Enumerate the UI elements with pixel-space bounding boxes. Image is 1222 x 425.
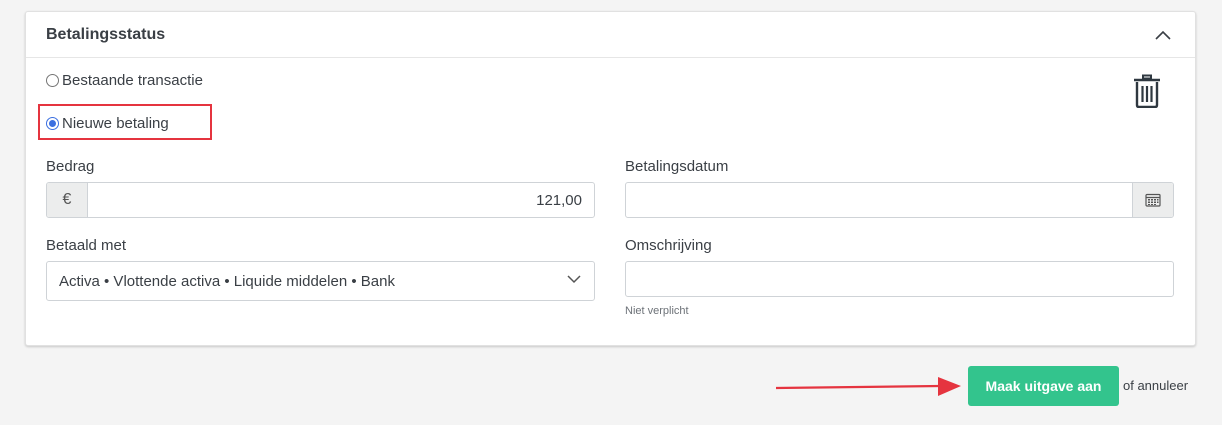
radio-existing-transaction[interactable]: Bestaande transactie [46, 72, 203, 89]
chevron-up-icon [1155, 30, 1171, 40]
payment-date-label: Betalingsdatum [625, 158, 729, 175]
description-input-group [625, 261, 1174, 297]
amount-input-group: € 121,00 [46, 182, 595, 218]
collapse-button[interactable] [1153, 26, 1173, 44]
cancel-link[interactable]: of annuleer [1123, 378, 1188, 393]
radio-button-selected[interactable] [46, 117, 59, 130]
calendar-icon [1145, 193, 1161, 207]
amount-label: Bedrag [46, 158, 95, 175]
description-helper-text: Niet verplicht [625, 305, 689, 317]
delete-button[interactable] [1133, 74, 1161, 109]
paid-with-value: Activa • Vlottende activa • Liquide midd… [59, 272, 395, 290]
trash-icon [1134, 74, 1160, 109]
paid-with-label: Betaald met [46, 237, 127, 254]
panel-title: Betalingsstatus [46, 26, 166, 43]
panel-header: Betalingsstatus [26, 12, 1195, 58]
description-input[interactable] [626, 262, 1173, 296]
create-expense-button[interactable]: Maak uitgave aan [968, 366, 1119, 406]
amount-input[interactable]: 121,00 [88, 183, 594, 217]
radio-new-payment[interactable]: Nieuwe betaling [46, 115, 169, 132]
radio-label: Bestaande transactie [62, 72, 203, 89]
description-label: Omschrijving [625, 237, 712, 254]
calendar-button[interactable] [1132, 183, 1173, 217]
radio-button[interactable] [46, 74, 59, 87]
payment-date-input-group [625, 182, 1174, 218]
paid-with-select[interactable]: Activa • Vlottende activa • Liquide midd… [46, 261, 595, 301]
payment-date-input[interactable] [626, 183, 1132, 217]
radio-label: Nieuwe betaling [62, 115, 169, 132]
chevron-down-icon [567, 275, 581, 284]
currency-addon: € [47, 183, 88, 217]
payment-status-panel: Betalingsstatus Bestaande transactie Nie… [25, 11, 1196, 346]
annotation-arrow [775, 377, 961, 396]
